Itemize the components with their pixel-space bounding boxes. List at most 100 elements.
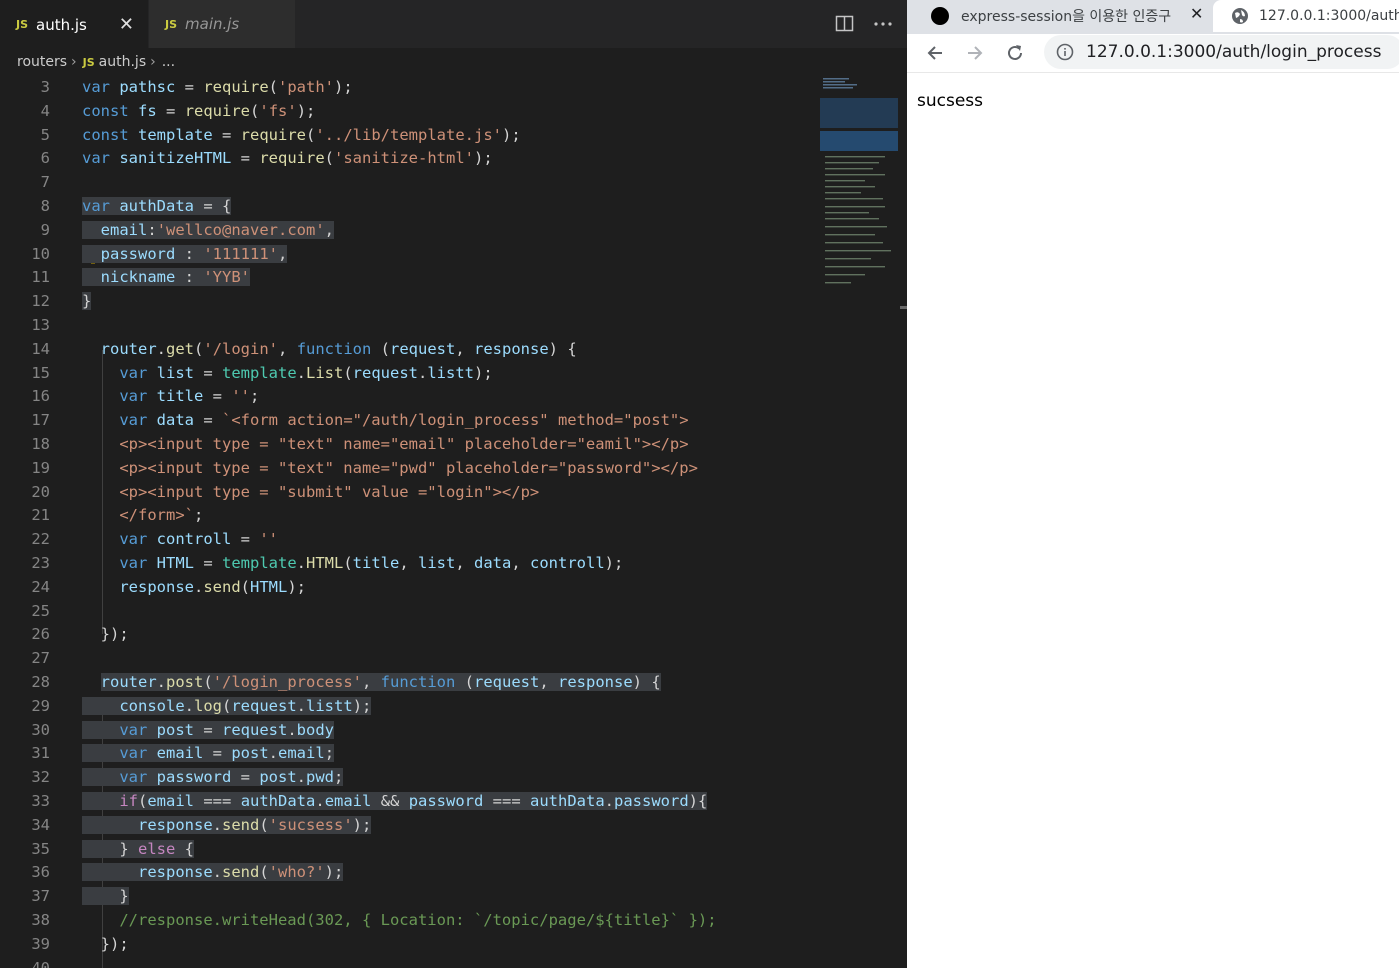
code-line[interactable]: 30 var post = request.body [0,719,820,743]
line-number: 3 [40,78,50,96]
line-number: 29 [31,696,50,715]
code-line[interactable]: 26 }); [0,623,820,647]
close-icon[interactable]: ✕ [1190,4,1203,23]
code-line[interactable]: 15 var list = template.List(request.list… [0,362,820,386]
minimap[interactable] [820,76,900,968]
code-line[interactable]: 23 var HTML = template.HTML(title, list,… [0,552,820,576]
breadcrumb-file[interactable]: auth.js [99,54,146,70]
code-line[interactable]: 7 [0,171,820,195]
browser-tab-strip: express-session을 이용한 인증구 ✕ 127.0.0.1:300… [907,0,1399,34]
forward-arrow-icon[interactable] [964,42,986,64]
line-number: 40 [31,958,50,968]
reload-icon[interactable] [1004,42,1026,64]
code-line[interactable]: 38 //response.writeHead(302, { Location:… [0,909,820,933]
breadcrumb-more[interactable]: ... [162,54,175,70]
code-text: } else { [82,839,194,858]
line-number: 34 [31,815,50,834]
browser-tab-express-session[interactable]: express-session을 이용한 인증구 [907,0,1207,32]
back-arrow-icon[interactable] [924,42,946,64]
info-icon[interactable] [1056,43,1074,61]
code-text: if(email === authData.email && password … [82,790,708,814]
code-line[interactable]: 34 response.send('sucsess'); [0,814,820,838]
code-line[interactable]: 18 <p><input type = "text" name="email" … [0,433,820,457]
code-line[interactable]: 21 </form>`; [0,504,820,528]
code-text: email:'wellco@naver.com', [82,219,335,243]
code-line[interactable]: 24 response.send(HTML); [0,576,820,600]
code-text: var pathsc = require('path'); [82,78,353,96]
code-line[interactable]: 17 var data = `<form action="/auth/login… [0,409,820,433]
code-line[interactable]: 28 router.post('/login_process', functio… [0,671,820,695]
code-text: response.send(HTML); [119,577,306,596]
more-actions-icon[interactable] [874,22,892,26]
code-line[interactable]: 27 [0,647,820,671]
code-line[interactable]: 37 } [0,885,820,909]
js-file-icon: JS [16,18,29,31]
code-line[interactable]: 22 var controll = '' [0,528,820,552]
split-editor-icon[interactable] [835,14,854,33]
line-number: 15 [31,363,50,382]
js-file-icon: JS [82,55,95,69]
code-line[interactable]: 14 router.get('/login', function (reques… [0,338,820,362]
code-line[interactable]: 31 var email = post.email; [0,742,820,766]
line-number: 23 [31,554,50,572]
code-line[interactable]: 8 var authData = { [0,195,820,219]
vertical-scrollbar[interactable] [900,76,907,968]
line-number: 38 [31,911,50,929]
code-line[interactable]: 16 var title = ''; [0,385,820,409]
tab-main-js[interactable]: JS main.js [149,0,295,48]
code-text: var sanitizeHTML = require('sanitize-htm… [82,149,493,168]
code-line[interactable]: 39 }); [0,933,820,957]
code-line[interactable]: 13 [0,314,820,338]
line-number: 28 [31,673,50,691]
line-number: 16 [31,387,50,406]
code-line[interactable]: 32 var password = post.pwd; [0,766,820,790]
tab-auth-js[interactable]: JS auth.js ✕ [0,0,148,48]
code-area[interactable]: 3 var pathsc = require('path'); 4 const fs … [0,76,820,968]
scrollbar-thumb[interactable] [900,306,907,309]
page-content: sucsess [907,72,1399,968]
code-line[interactable]: 25 [0,600,820,624]
favicon-icon [931,7,949,25]
browser-toolbar: 127.0.0.1:3000/auth/login_process [907,34,1399,72]
code-text: const template = require('../lib/templat… [82,125,521,144]
code-line[interactable]: 6 var sanitizeHTML = require('sanitize-ht… [0,147,820,171]
globe-icon [1232,8,1248,24]
code-text: router.post('/login_process', function (… [100,673,661,691]
code-text: var password = post.pwd; [82,766,344,790]
code-line[interactable]: 33 if(email === authData.email && passwo… [0,790,820,814]
code-line[interactable]: 10 password : '111111', [0,243,820,267]
code-line[interactable]: 29 console.log(request.listt); [0,695,820,719]
code-line[interactable]: 19 <p><input type = "text" name="pwd" pl… [0,457,820,481]
code-line[interactable]: 36 response.send('who?'); [0,861,820,885]
code-text: <p><input type = "submit" value ="login"… [119,482,540,501]
code-line[interactable]: 20 <p><input type = "submit" value ="log… [0,481,820,505]
code-line[interactable]: 5 const template = require('../lib/templa… [0,124,820,148]
code-text: var authData = { [82,197,232,215]
address-bar[interactable]: 127.0.0.1:3000/auth/login_process [1044,35,1399,69]
breadcrumb-folder[interactable]: routers [17,54,67,70]
line-number: 14 [31,339,50,358]
code-line[interactable]: 40 [0,957,820,968]
line-number: 39 [31,934,50,953]
tab-label: main.js [185,15,240,33]
code-line[interactable]: 35 } else { [0,838,820,862]
code-text: }); [82,934,129,953]
code-line[interactable]: 9 email:'wellco@naver.com', [0,219,820,243]
code-line[interactable]: 12} [0,290,820,314]
line-number: 20 [31,482,50,501]
line-number: 21 [31,506,50,525]
url-text[interactable]: 127.0.0.1:3000/auth/login_process [1086,42,1381,62]
code-line[interactable]: 3 var pathsc = require('path'); [0,76,820,100]
code-text: var email = post.email; [82,742,335,766]
code-text: var controll = '' [119,530,278,549]
browser-tab-localhost[interactable]: 127.0.0.1:3000/auth/ [1213,0,1399,32]
code-line[interactable]: 11 nickname : 'YYB' [0,266,820,290]
close-icon[interactable]: ✕ [119,14,134,35]
code-line[interactable]: 4 const fs = require('fs'); [0,100,820,124]
line-number: 19 [31,458,50,477]
code-text: var list = template.List(request.listt); [119,363,493,382]
code-text: } [82,887,129,906]
code-text: var HTML = template.HTML(title, list, da… [119,554,624,572]
line-number: 33 [31,792,50,810]
line-number: 9 [40,220,50,239]
